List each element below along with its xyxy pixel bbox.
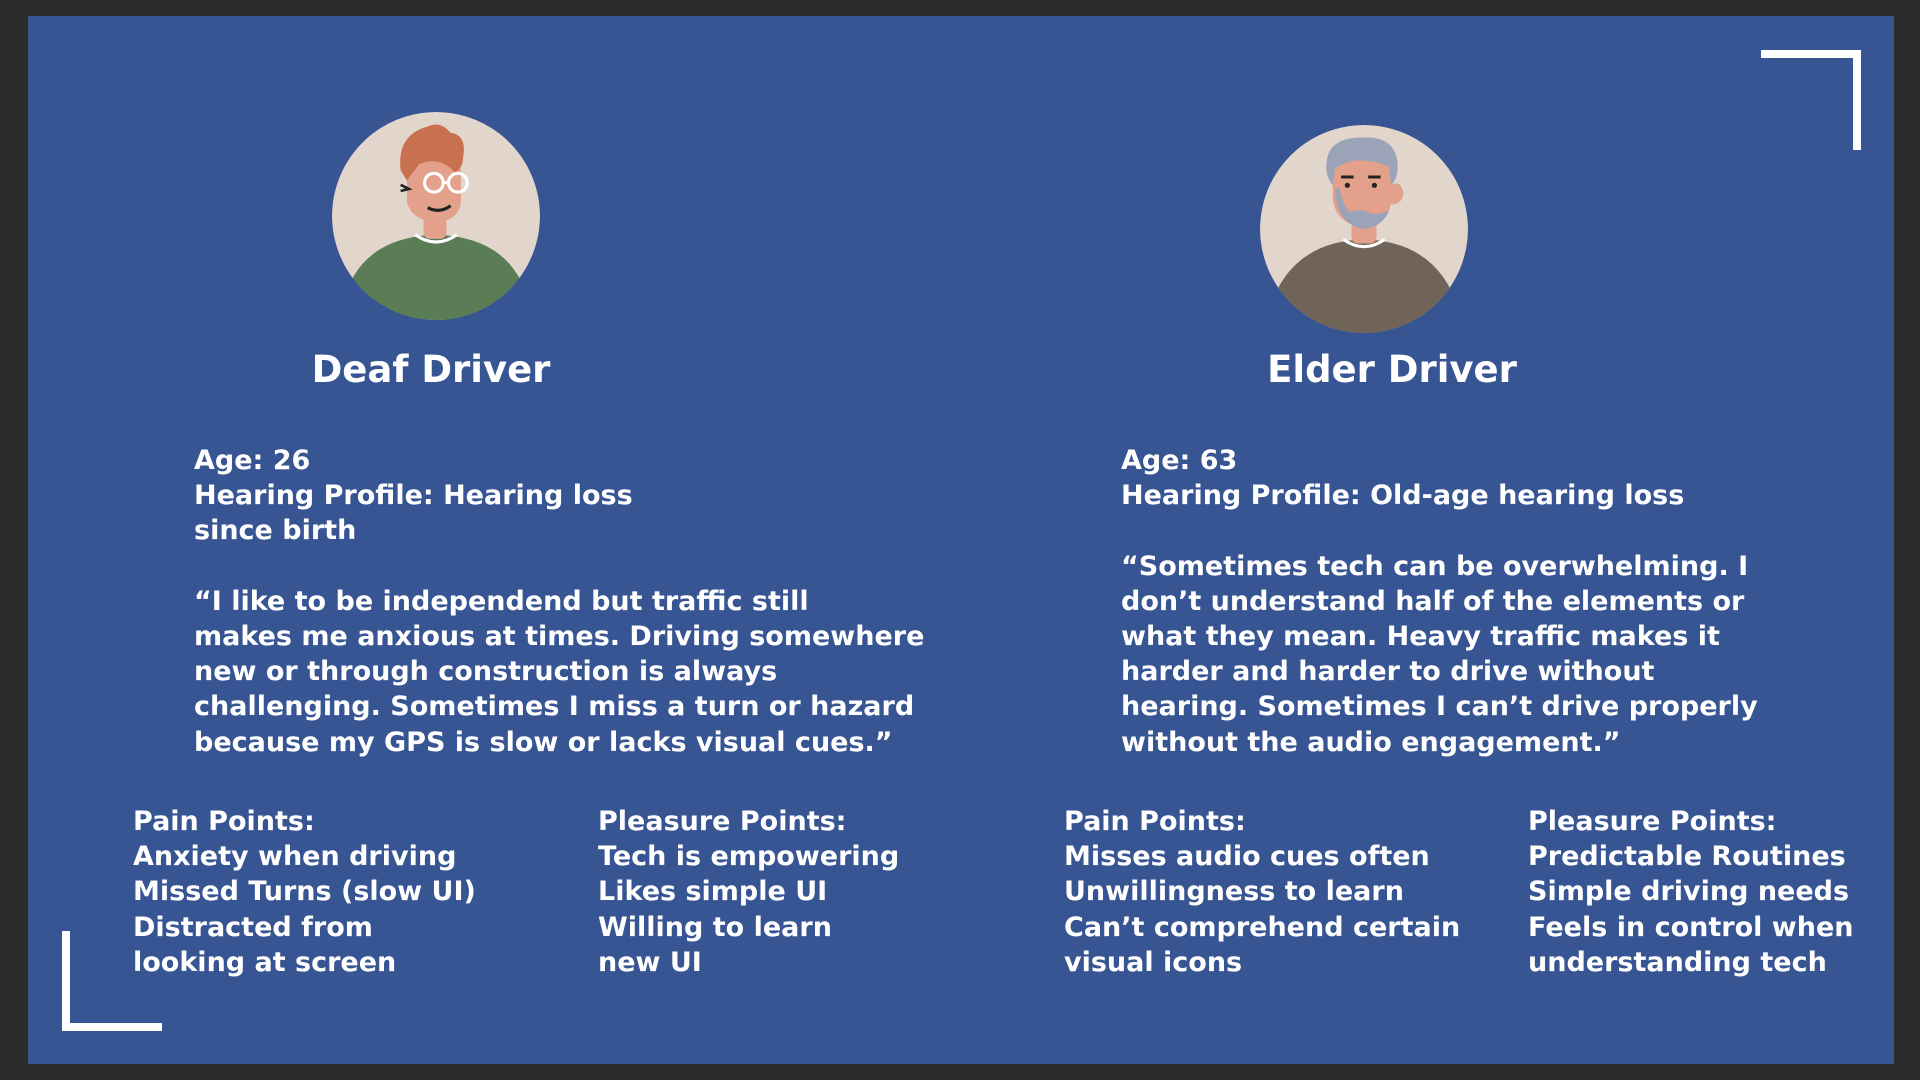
deaf-driver-pain-item: looking at screen bbox=[133, 946, 397, 978]
deaf-driver-pain-item: Distracted from bbox=[133, 911, 373, 943]
deaf-driver-pleasure-item: Likes simple UI bbox=[598, 876, 828, 908]
elder-driver-quote-line-2: don’t understand half of the elements or bbox=[1121, 585, 1745, 617]
deaf-driver-pain-item: Anxiety when driving bbox=[133, 841, 457, 873]
deaf-driver-pain-heading: Pain Points: bbox=[133, 806, 315, 837]
corner-bracket-top-right bbox=[1761, 50, 1861, 150]
elder-driver-title: Elder Driver bbox=[1267, 348, 1517, 391]
elder-driver-pleasure-item: understanding tech bbox=[1528, 946, 1827, 978]
elder-driver-pain-heading: Pain Points: bbox=[1064, 806, 1246, 837]
elder-driver-avatar-icon bbox=[1260, 125, 1468, 333]
elder-driver-pain-item: visual icons bbox=[1064, 946, 1243, 978]
persona-slide: Deaf Driver Age: 26 Hearing Profile: Hea… bbox=[28, 16, 1894, 1064]
deaf-driver-quote-line-3: new or through construction is always bbox=[194, 656, 778, 688]
elder-driver-pleasure-item: Simple driving needs bbox=[1528, 876, 1850, 908]
deaf-driver-pleasure-item: Tech is empowering bbox=[598, 841, 900, 873]
elder-driver-pain-item: Unwillingness to learn bbox=[1064, 876, 1404, 908]
deaf-driver-title: Deaf Driver bbox=[311, 348, 551, 391]
elder-driver-quote-line-5: hearing. Sometimes I can’t drive properl… bbox=[1121, 691, 1758, 723]
elder-driver-hearing-line-1: Hearing Profile: Old-age hearing loss bbox=[1121, 480, 1685, 512]
elder-driver-profile: Age: 63 Hearing Profile: Old-age hearing… bbox=[1121, 443, 1758, 760]
elder-driver-quote-line-4: harder and harder to drive without bbox=[1121, 656, 1655, 688]
deaf-driver-quote-line-1: “I like to be independend but traffic st… bbox=[194, 585, 809, 617]
deaf-driver-pleasure-item: new UI bbox=[598, 946, 702, 978]
elder-driver-pain-points: Pain Points: Misses audio cues often Unw… bbox=[1064, 804, 1460, 980]
deaf-driver-pain-item: Missed Turns (slow UI) bbox=[133, 876, 476, 908]
deaf-driver-pleasure-points: Pleasure Points: Tech is empowering Like… bbox=[598, 804, 899, 980]
deaf-driver-age: Age: 26 bbox=[194, 445, 311, 476]
elder-driver-pleasure-item: Feels in control when bbox=[1528, 911, 1854, 943]
elder-driver-age: Age: 63 bbox=[1121, 445, 1238, 476]
deaf-driver-avatar-icon bbox=[332, 112, 540, 320]
elder-driver-pleasure-points: Pleasure Points: Predictable Routines Si… bbox=[1528, 804, 1853, 980]
deaf-driver-pleasure-item: Willing to learn bbox=[598, 911, 832, 943]
deaf-driver-pain-points: Pain Points: Anxiety when driving Missed… bbox=[133, 804, 476, 980]
elder-driver-pleasure-item: Predictable Routines bbox=[1528, 841, 1846, 873]
elder-driver-quote-line-3: what they mean. Heavy traffic makes it bbox=[1121, 620, 1720, 652]
deaf-driver-quote-line-4: challenging. Sometimes I miss a turn or … bbox=[194, 691, 915, 723]
elder-driver-pain-item: Can’t comprehend certain bbox=[1064, 911, 1461, 943]
deaf-driver-hearing-line-1: Hearing Profile: Hearing loss bbox=[194, 480, 633, 512]
deaf-driver-profile: Age: 26 Hearing Profile: Hearing loss si… bbox=[194, 443, 924, 760]
elder-driver-quote-line-6: without the audio engagement.” bbox=[1121, 726, 1621, 758]
deaf-driver-hearing-line-2: since birth bbox=[194, 515, 357, 547]
deaf-driver-quote-line-5: because my GPS is slow or lacks visual c… bbox=[194, 726, 893, 758]
elder-driver-quote-line-1: “Sometimes tech can be overwhelming. I bbox=[1121, 550, 1749, 582]
elder-driver-pleasure-heading: Pleasure Points: bbox=[1528, 806, 1777, 837]
deaf-driver-quote-line-2: makes me anxious at times. Driving somew… bbox=[194, 620, 925, 652]
elder-driver-pain-item: Misses audio cues often bbox=[1064, 841, 1430, 873]
deaf-driver-pleasure-heading: Pleasure Points: bbox=[598, 806, 847, 837]
